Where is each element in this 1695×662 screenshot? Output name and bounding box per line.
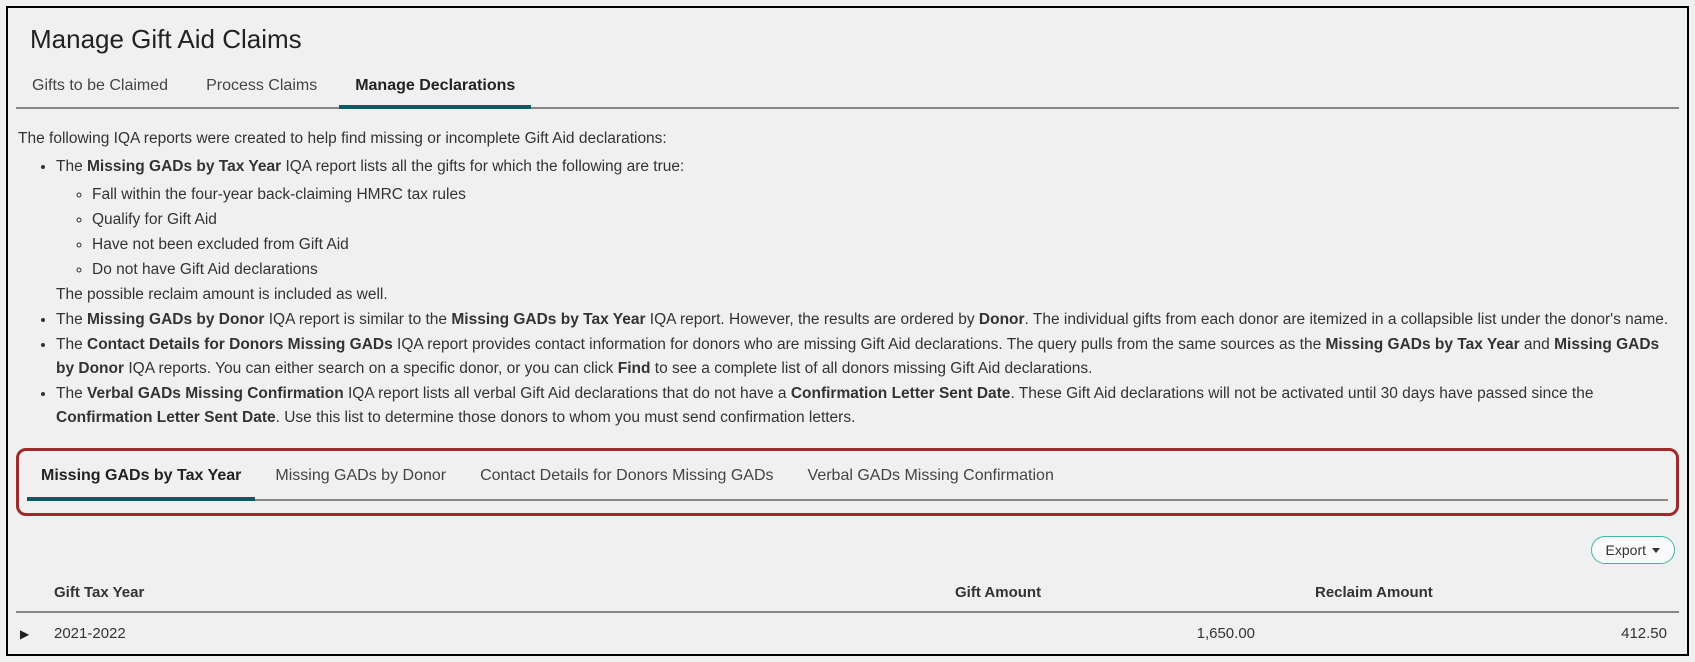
cell-amount: 1,650.00 bbox=[955, 625, 1315, 642]
export-label: Export bbox=[1606, 542, 1646, 558]
tab-gifts-to-be-claimed[interactable]: Gifts to be Claimed bbox=[16, 69, 184, 107]
subtab-verbal-gads[interactable]: Verbal GADs Missing Confirmation bbox=[794, 457, 1068, 499]
export-row: Export bbox=[16, 516, 1679, 570]
subtab-contact-details[interactable]: Contact Details for Donors Missing GADs bbox=[466, 457, 787, 499]
intro-b1-sub4: Do not have Gift Aid declarations bbox=[92, 258, 1679, 282]
col-header-year[interactable]: Gift Tax Year bbox=[50, 584, 955, 601]
intro-b1-sub1: Fall within the four-year back-claiming … bbox=[92, 183, 1679, 207]
subtabs-highlight-box: Missing GADs by Tax Year Missing GADs by… bbox=[16, 448, 1679, 516]
top-tabstrip: Gifts to be Claimed Process Claims Manag… bbox=[16, 69, 1679, 109]
export-button[interactable]: Export bbox=[1591, 536, 1675, 564]
intro-b1-sub2: Qualify for Gift Aid bbox=[92, 208, 1679, 232]
intro-bullet-3: The Contact Details for Donors Missing G… bbox=[56, 333, 1679, 381]
cell-reclaim: 412.50 bbox=[1315, 625, 1675, 642]
table-row: ▶ 2021-2022 1,650.00 412.50 bbox=[16, 613, 1679, 655]
page-title: Manage Gift Aid Claims bbox=[16, 24, 1679, 55]
intro-bullet-2: The Missing GADs by Donor IQA report is … bbox=[56, 308, 1679, 332]
tab-manage-declarations[interactable]: Manage Declarations bbox=[339, 69, 531, 109]
intro-b1-sub3: Have not been excluded from Gift Aid bbox=[92, 233, 1679, 257]
intro-lead: The following IQA reports were created t… bbox=[18, 127, 1679, 151]
caret-down-icon bbox=[1652, 548, 1660, 553]
subtabs-strip: Missing GADs by Tax Year Missing GADs by… bbox=[27, 457, 1668, 501]
results-table: Gift Tax Year Gift Amount Reclaim Amount… bbox=[16, 574, 1679, 655]
intro-b1-tail: The possible reclaim amount is included … bbox=[56, 286, 388, 303]
cell-year: 2021-2022 bbox=[50, 625, 955, 642]
col-header-reclaim[interactable]: Reclaim Amount bbox=[1315, 584, 1675, 601]
intro-bullet-1: The Missing GADs by Tax Year IQA report … bbox=[56, 155, 1679, 307]
subtab-missing-gads-tax-year[interactable]: Missing GADs by Tax Year bbox=[27, 457, 255, 501]
intro-bullet-4: The Verbal GADs Missing Confirmation IQA… bbox=[56, 382, 1679, 430]
intro-text: The following IQA reports were created t… bbox=[16, 127, 1679, 430]
tab-process-claims[interactable]: Process Claims bbox=[190, 69, 333, 107]
table-header-row: Gift Tax Year Gift Amount Reclaim Amount bbox=[16, 574, 1679, 613]
subtab-missing-gads-donor[interactable]: Missing GADs by Donor bbox=[261, 457, 460, 499]
expand-row-icon[interactable]: ▶ bbox=[20, 625, 50, 642]
app-frame: Manage Gift Aid Claims Gifts to be Claim… bbox=[6, 6, 1689, 656]
col-header-amount[interactable]: Gift Amount bbox=[955, 584, 1315, 601]
